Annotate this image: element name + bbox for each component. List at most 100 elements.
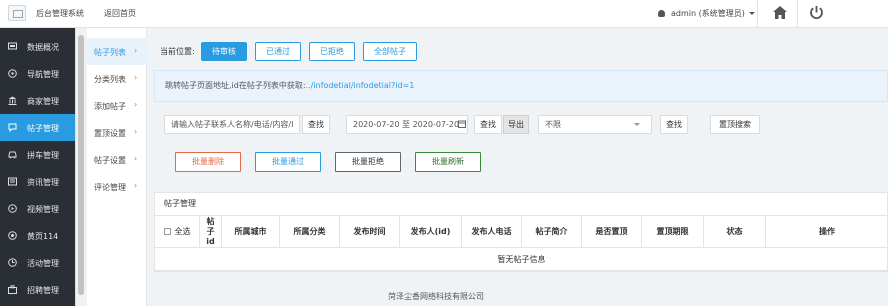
date-search-button[interactable]: 查找 bbox=[474, 115, 502, 134]
sidebar-item-video[interactable]: 视频管理 bbox=[0, 195, 75, 222]
column-header: 所属城市 bbox=[222, 215, 280, 248]
current-location-label: 当前位置: bbox=[160, 47, 195, 56]
chevron-down-icon bbox=[748, 12, 755, 15]
tab-pending[interactable]: 待审核 bbox=[201, 42, 247, 61]
divider bbox=[797, 0, 798, 28]
chevron-right-icon: › bbox=[134, 154, 138, 163]
calendar-icon bbox=[458, 120, 466, 128]
batch-refresh-button[interactable]: 批量刷新 bbox=[415, 152, 481, 172]
submenu-item-label: 评论管理 bbox=[94, 183, 126, 192]
submenu-item-label: 帖子设置 bbox=[94, 156, 126, 165]
calendar-icon bbox=[8, 258, 17, 267]
sidebar: 数据概况 导航管理 商家管理 帖子管理 拼车管理 资讯管理 视频管理 黄页114… bbox=[0, 28, 75, 306]
home-icon[interactable] bbox=[773, 6, 787, 19]
column-header: 发布人电话 bbox=[462, 215, 522, 248]
sidebar-item-news[interactable]: 资讯管理 bbox=[0, 168, 75, 195]
top-search-button[interactable]: 置顶搜索 bbox=[710, 115, 760, 134]
sidebar-item-label: 招聘管理 bbox=[27, 286, 59, 295]
filter-search-button[interactable]: 查找 bbox=[660, 115, 688, 134]
export-button[interactable]: 导出 bbox=[503, 115, 529, 134]
submenu-item-label: 分类列表 bbox=[94, 75, 126, 84]
briefcase-icon bbox=[8, 285, 17, 294]
sidebar-item-carpool[interactable]: 拼车管理 bbox=[0, 141, 75, 168]
submenu-item-label: 帖子列表 bbox=[94, 48, 126, 57]
sidebar-scrollbar-thumb[interactable] bbox=[78, 35, 84, 295]
info-label: 跳转帖子页面地址,id在帖子列表中获取: bbox=[165, 81, 306, 90]
sidebar-item-label: 数据概况 bbox=[27, 43, 59, 52]
sidebar-item-merchants[interactable]: 商家管理 bbox=[0, 87, 75, 114]
video-icon bbox=[8, 204, 17, 213]
sidebar-item-recruitment[interactable]: 招聘管理 bbox=[0, 276, 75, 303]
car-icon bbox=[8, 151, 17, 159]
submenu-item-label: 添加帖子 bbox=[94, 102, 126, 111]
sidebar-item-label: 拼车管理 bbox=[27, 151, 59, 160]
submenu-item-add-post[interactable]: 添加帖子 › bbox=[87, 92, 147, 119]
user-menu[interactable]: admin (系统管理员) bbox=[658, 8, 755, 19]
submenu-item-post-settings[interactable]: 帖子设置 › bbox=[87, 146, 147, 173]
chevron-down-icon bbox=[634, 123, 640, 126]
column-header: 所属分类 bbox=[280, 215, 340, 248]
chevron-right-icon: › bbox=[134, 100, 138, 109]
logo-icon bbox=[8, 5, 26, 21]
column-header: 置顶期限 bbox=[642, 215, 704, 248]
sidebar-item-label: 视频管理 bbox=[27, 205, 59, 214]
sidebar-item-events[interactable]: 活动管理 bbox=[0, 249, 75, 276]
panel-title: 帖子管理 bbox=[164, 199, 196, 208]
user-name: admin (系统管理员) bbox=[671, 9, 745, 18]
sidebar-item-label: 活动管理 bbox=[27, 259, 59, 268]
empty-table-message: 暂无帖子信息 bbox=[155, 249, 888, 271]
submenu-item-top-settings[interactable]: 置顶设置 › bbox=[87, 119, 147, 146]
dashboard-icon bbox=[8, 42, 17, 50]
info-text: 跳转帖子页面地址,id在帖子列表中获取:../infodetial/infode… bbox=[165, 80, 414, 91]
batch-reject-button[interactable]: 批量拒绝 bbox=[335, 152, 401, 172]
keyword-search-button[interactable]: 查找 bbox=[302, 115, 330, 134]
column-header: 帖子简介 bbox=[522, 215, 582, 248]
info-url-link[interactable]: ../infodetial/infodetial?id=1 bbox=[306, 81, 415, 90]
column-header: 发布时间 bbox=[340, 215, 400, 248]
news-icon bbox=[8, 177, 17, 186]
tab-rejected[interactable]: 已拒绝 bbox=[309, 42, 355, 61]
sidebar-item-label: 黄页114 bbox=[27, 232, 59, 241]
checkbox-icon bbox=[163, 228, 171, 235]
column-header: 状态 bbox=[704, 215, 766, 248]
phone-icon bbox=[8, 231, 17, 240]
system-title: 后台管理系统 bbox=[36, 9, 84, 18]
tab-approved[interactable]: 已通过 bbox=[255, 42, 301, 61]
tab-all-posts[interactable]: 全部帖子 bbox=[363, 42, 417, 61]
column-header: 帖 子 id bbox=[200, 215, 222, 248]
submenu-item-label: 置顶设置 bbox=[94, 129, 126, 138]
select-all-label: 全选 bbox=[174, 226, 191, 236]
user-icon bbox=[658, 10, 665, 17]
sidebar-item-label: 帖子管理 bbox=[27, 124, 59, 133]
chat-icon bbox=[8, 123, 17, 132]
keyword-search-input[interactable]: 请输入帖子联系人名称/电话/内容/I bbox=[164, 115, 300, 134]
chevron-right-icon: › bbox=[134, 46, 138, 55]
sidebar-item-label: 资讯管理 bbox=[27, 178, 59, 187]
submenu-item-category-list[interactable]: 分类列表 › bbox=[87, 65, 147, 92]
back-home-link[interactable]: 返回首页 bbox=[104, 8, 136, 19]
sidebar-item-posts[interactable]: 帖子管理 bbox=[0, 114, 75, 141]
top-bar: 后台管理系统 返回首页 admin (系统管理员) bbox=[0, 0, 888, 28]
column-header: 发布人(id) bbox=[400, 215, 462, 248]
sidebar-item-label: 导航管理 bbox=[27, 70, 59, 79]
sidebar-item-yellow-pages[interactable]: 黄页114 bbox=[0, 222, 75, 249]
divider bbox=[757, 0, 758, 28]
chevron-right-icon: › bbox=[134, 181, 138, 190]
footer-company: 菏泽尘香网络科技有限公司 bbox=[388, 292, 484, 301]
batch-delete-button[interactable]: 批量删除 bbox=[175, 152, 241, 172]
chevron-right-icon: › bbox=[134, 73, 138, 82]
bank-icon bbox=[8, 96, 17, 105]
power-icon[interactable] bbox=[809, 5, 824, 20]
select-all-checkbox[interactable]: 全选 bbox=[155, 215, 200, 248]
submenu-item-comments[interactable]: 评论管理 › bbox=[87, 173, 147, 200]
batch-approve-button[interactable]: 批量通过 bbox=[255, 152, 321, 172]
submenu: 帖子列表 › 分类列表 › 添加帖子 › 置顶设置 › 帖子设置 › 评论管理 › bbox=[87, 28, 147, 306]
compass-icon bbox=[8, 69, 17, 78]
column-header: 操作 bbox=[819, 226, 835, 236]
column-header: 是否置顶 bbox=[582, 215, 642, 248]
submenu-item-post-list[interactable]: 帖子列表 › bbox=[87, 38, 147, 65]
sidebar-item-label: 商家管理 bbox=[27, 97, 59, 106]
sidebar-item-dashboard[interactable]: 数据概况 bbox=[0, 33, 75, 60]
date-range-input[interactable]: 2020-07-20 至 2020-07-20 bbox=[346, 115, 468, 134]
sidebar-item-navigation[interactable]: 导航管理 bbox=[0, 60, 75, 87]
